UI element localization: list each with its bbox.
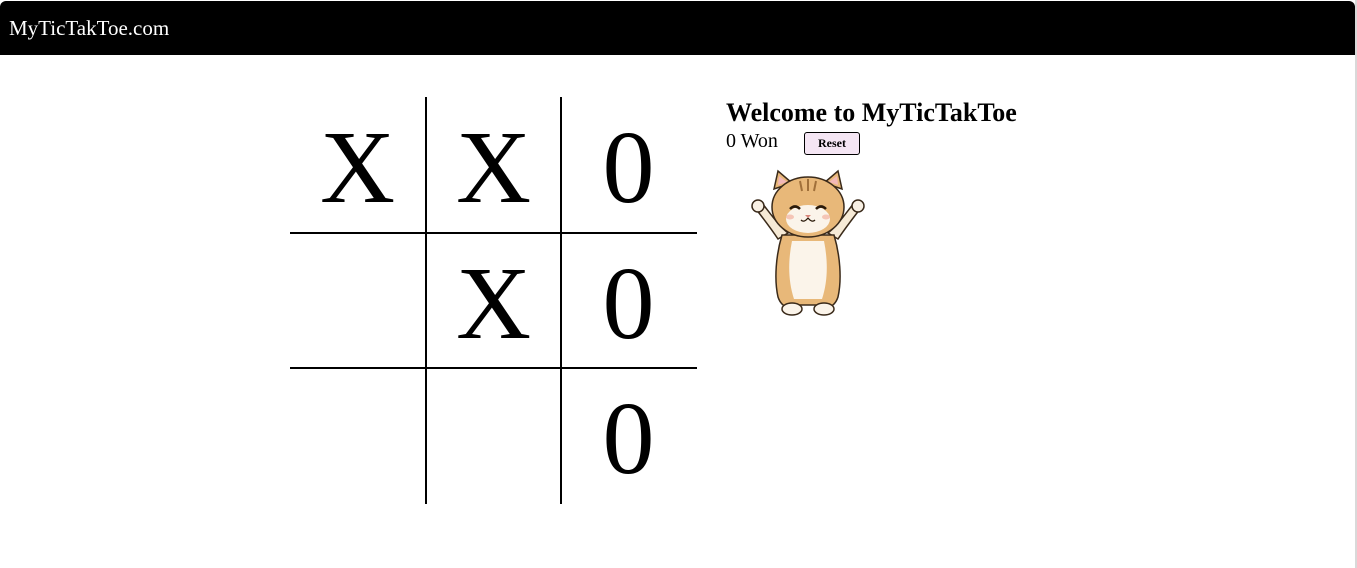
cell-mark: 0 — [602, 380, 655, 496]
cell-mark: X — [455, 109, 532, 225]
score-row: 0 Won Reset — [726, 130, 926, 155]
board-cell-1-1[interactable]: X — [426, 233, 561, 368]
board-cell-1-2[interactable]: 0 — [561, 233, 696, 368]
site-title: MyTicTakToe.com — [9, 16, 170, 40]
cell-mark: 0 — [602, 245, 655, 361]
cell-mark: 0 — [602, 109, 655, 225]
info-panel: Welcome to MyTicTakToe 0 Won Reset — [726, 97, 1017, 316]
cheering-cat-icon — [751, 169, 865, 316]
board-cell-1-0[interactable] — [290, 233, 425, 368]
grid-line-vertical-1 — [425, 97, 427, 504]
cell-mark: X — [319, 109, 396, 225]
reset-button[interactable]: Reset — [804, 132, 860, 155]
board-cell-2-0[interactable] — [290, 368, 425, 503]
win-count: 0 Won — [726, 130, 778, 152]
cell-mark: X — [455, 245, 532, 361]
grid-line-horizontal-2 — [290, 367, 697, 369]
grid-line-vertical-2 — [560, 97, 562, 504]
page: MyTicTakToe.com X X 0 X 0 0 Welcome to M… — [0, 0, 1357, 568]
top-bar: MyTicTakToe.com — [0, 1, 1355, 55]
welcome-heading: Welcome to MyTicTakToe — [726, 98, 1017, 127]
grid-line-horizontal-1 — [290, 232, 697, 234]
board-cell-0-0[interactable]: X — [290, 97, 425, 232]
board-cell-0-1[interactable]: X — [426, 97, 561, 232]
game-board: X X 0 X 0 0 — [290, 97, 697, 504]
board-cell-0-2[interactable]: 0 — [561, 97, 696, 232]
board-cell-2-1[interactable] — [426, 368, 561, 503]
board-cell-2-2[interactable]: 0 — [561, 368, 696, 503]
